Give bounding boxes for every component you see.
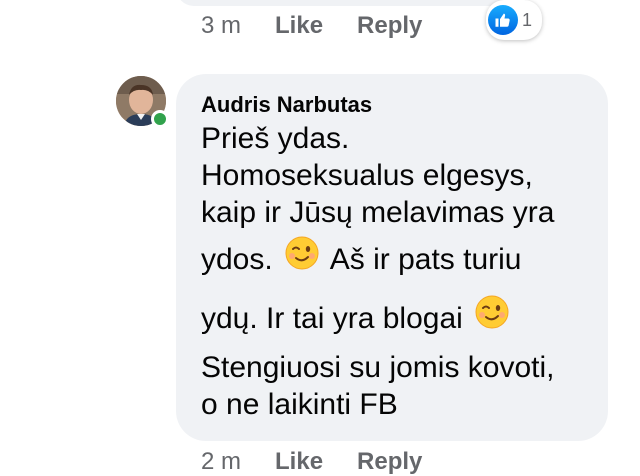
comment-timestamp[interactable]: 2 m [201,448,241,476]
comment-text-line: Prieš ydas. [201,122,350,155]
online-status-indicator [151,110,169,128]
comment-text-line: Homoseksualus elgesys, [201,159,533,192]
comment-text-segment: Aš ir pats turiu [329,243,522,276]
comment-text-segment: ydų. Ir tai yra blogai [201,302,463,336]
like-button[interactable]: Like [275,448,323,476]
comment-text-line: Stengiuosi su jomis kovoti, [201,351,555,385]
comment-text-line: o ne laikinti FB [201,388,398,422]
previous-comment-bubble [176,0,531,6]
winking-face-emoji-icon [475,291,509,349]
reply-button[interactable]: Reply [357,12,422,40]
reaction-count: 1 [522,9,533,30]
reaction-badge[interactable]: 1 [486,0,543,40]
comment-text-line: kaip ir Jūsų melavimas yra [201,196,555,229]
comment-text-line: ydos. Aš ir pats turiu [201,231,588,290]
avatar-container[interactable] [116,76,169,128]
like-button[interactable]: Like [275,12,323,40]
comment-author[interactable]: Audris Narbutas [201,92,588,118]
comment-bubble: Audris Narbutas Prieš ydas. Homoseksualu… [176,74,608,441]
previous-comment-actions: 3 m Like Reply [201,12,456,40]
comment-text-line: ydų. Ir tai yra blogai [201,290,588,349]
comment-actions: 2 m Like Reply [201,448,456,476]
winking-face-emoji-icon [285,232,319,290]
comment-text-segment: ydos. [201,243,273,276]
reply-button[interactable]: Reply [357,448,422,476]
previous-comment-timestamp[interactable]: 3 m [201,12,241,40]
like-icon [488,5,518,35]
